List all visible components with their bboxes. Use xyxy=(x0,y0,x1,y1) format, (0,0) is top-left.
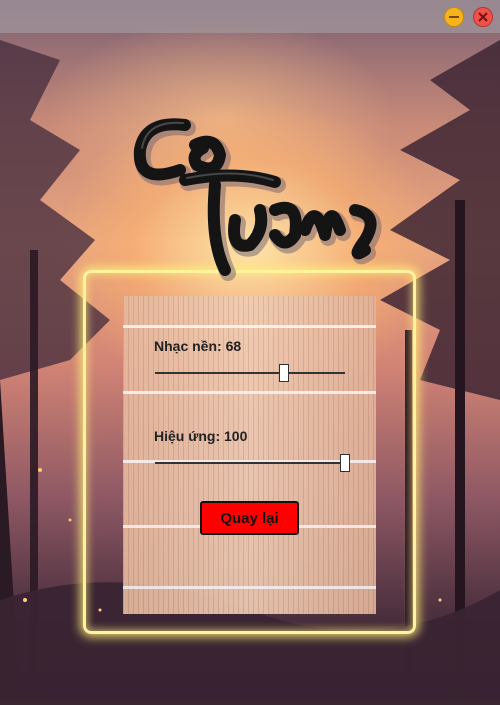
effects-volume-slider-thumb[interactable] xyxy=(340,454,350,472)
mat-divider xyxy=(123,325,376,328)
music-volume-slider-thumb[interactable] xyxy=(279,364,290,382)
minimize-icon xyxy=(449,16,459,18)
music-volume-label: Nhạc nền: 68 xyxy=(154,338,242,354)
minimize-button[interactable] xyxy=(444,7,464,27)
close-button[interactable] xyxy=(473,7,493,27)
close-icon xyxy=(478,12,488,22)
title-bar xyxy=(0,0,500,33)
game-title-logo xyxy=(133,118,382,281)
back-button[interactable]: Quay lại xyxy=(200,501,299,535)
mat-divider xyxy=(123,391,376,394)
effects-volume-slider-track[interactable] xyxy=(155,462,345,464)
music-volume-slider-track[interactable] xyxy=(155,372,345,374)
mat-divider xyxy=(123,586,376,589)
effects-volume-label: Hiệu ứng: 100 xyxy=(154,428,248,444)
